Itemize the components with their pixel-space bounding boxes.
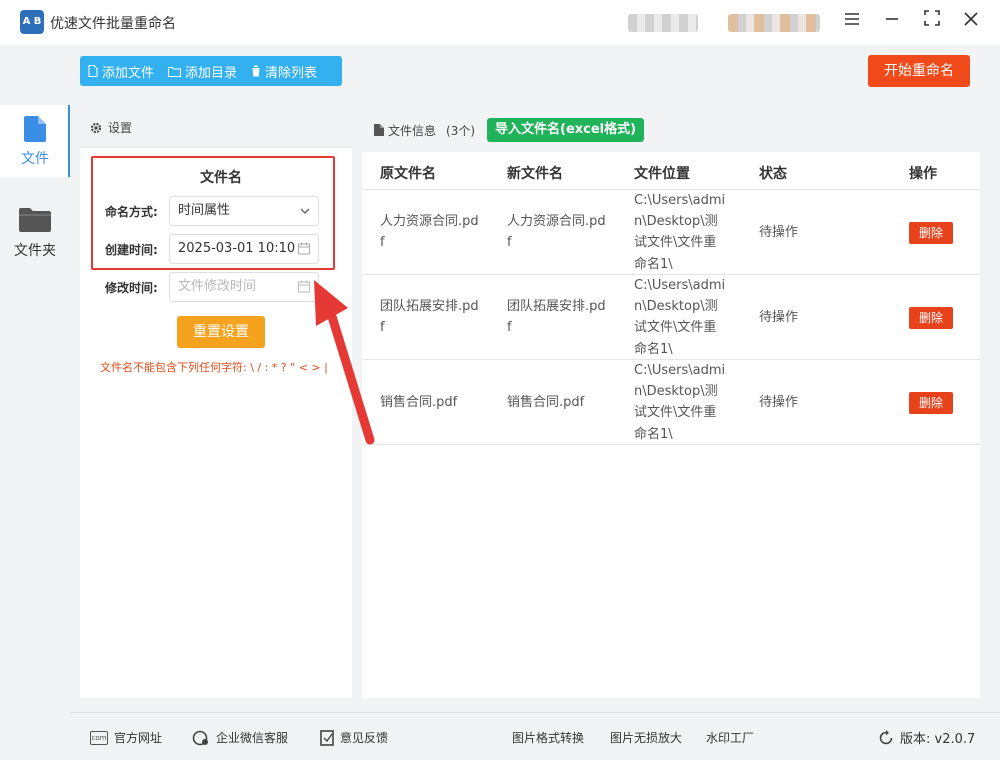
new-filename: 团队拓展安排.pdf xyxy=(507,299,606,335)
watermark-factory-link[interactable]: 水印工厂 xyxy=(706,729,754,746)
column-new-name: 新文件名 xyxy=(507,166,563,182)
chevron-down-icon xyxy=(300,197,310,235)
document-icon xyxy=(374,124,384,136)
wechat-support-label: 企业微信客服 xyxy=(216,731,289,745)
rail-label-folder: 文件夹 xyxy=(14,243,56,259)
original-filename: 团队拓展安排.pdf xyxy=(380,299,479,335)
create-time-label: 创建时间: xyxy=(105,243,158,257)
import-excel-button[interactable]: 导入文件名(excel格式) xyxy=(487,118,645,142)
version-info[interactable]: 版本: v2.0.7 xyxy=(878,728,975,747)
footer-bar: com 官方网址 企业微信客服 意见反馈 图片格式转换 图片无损放大 水印工厂 … xyxy=(70,712,1000,760)
image-lossless-enlarge-link[interactable]: 图片无损放大 xyxy=(610,729,682,746)
delete-button[interactable]: 删除 xyxy=(909,307,953,329)
folder-add-icon xyxy=(168,66,182,77)
status-text: 待操作 xyxy=(759,310,799,325)
official-website-link[interactable]: com 官方网址 xyxy=(90,729,162,746)
side-rail: 文件 文件夹 xyxy=(0,45,70,760)
blurred-user-avatar xyxy=(728,14,820,32)
original-filename: 销售合同.pdf xyxy=(380,395,458,410)
clear-list-button[interactable]: 清除列表 xyxy=(251,62,317,81)
rail-label-file: 文件 xyxy=(21,151,49,167)
create-time-value: 2025-03-01 10:10 xyxy=(178,241,296,256)
settings-header: 设置 xyxy=(80,108,352,148)
calendar-icon xyxy=(298,235,310,274)
add-directory-button[interactable]: 添加目录 xyxy=(168,62,237,81)
file-count: (3个) xyxy=(446,123,476,138)
file-location: C:\Users\admin\Desktop\测试文件\文件重命名1\ xyxy=(634,363,726,442)
file-location: C:\Users\admin\Desktop\测试文件\文件重命名1\ xyxy=(634,193,726,272)
original-filename: 人力资源合同.pdf xyxy=(380,214,479,250)
app-logo: A B xyxy=(20,10,44,34)
watermark-factory-label: 水印工厂 xyxy=(706,731,755,745)
create-time-input[interactable]: 2025-03-01 10:10 xyxy=(169,234,319,264)
table-row[interactable]: 团队拓展安排.pdf 团队拓展安排.pdf C:\Users\admin\Des… xyxy=(362,275,980,360)
status-text: 待操作 xyxy=(759,395,799,410)
feedback-label: 意见反馈 xyxy=(340,731,389,745)
new-filename: 销售合同.pdf xyxy=(507,395,585,410)
rail-item-folder[interactable]: 文件夹 xyxy=(0,197,70,269)
add-file-button[interactable]: 添加文件 xyxy=(88,62,154,81)
file-info-label: 文件信息 xyxy=(388,123,437,138)
start-rename-button[interactable]: 开始重命名 xyxy=(868,55,970,87)
column-status: 状态 xyxy=(759,166,787,182)
refresh-icon xyxy=(879,729,893,744)
add-file-label: 添加文件 xyxy=(102,65,155,81)
close-icon[interactable] xyxy=(960,10,982,32)
toolbar: 添加文件 添加目录 清除列表 xyxy=(80,56,342,86)
column-location: 文件位置 xyxy=(634,166,690,182)
rail-item-file[interactable]: 文件 xyxy=(0,105,70,177)
menu-icon[interactable] xyxy=(841,10,863,32)
naming-mode-label: 命名方式: xyxy=(105,205,158,219)
section-title-filename: 文件名 xyxy=(200,170,242,186)
status-text: 待操作 xyxy=(759,225,799,240)
image-lossless-enlarge-label: 图片无损放大 xyxy=(610,731,683,745)
website-icon: com xyxy=(90,730,108,745)
title-bar: A B 优速文件批量重命名 xyxy=(0,0,1000,45)
settings-title: 设置 xyxy=(108,121,133,135)
file-location: C:\Users\admin\Desktop\测试文件\文件重命名1\ xyxy=(634,278,726,357)
maximize-icon[interactable] xyxy=(921,10,943,32)
filename-warning: 文件名不能包含下列任何字符: \ / : * ? " < > | xyxy=(100,361,328,374)
table-header: 原文件名 新文件名 文件位置 状态 操作 xyxy=(362,152,980,190)
column-action: 操作 xyxy=(909,166,937,182)
blurred-account-info xyxy=(628,14,698,32)
table-row[interactable]: 销售合同.pdf 销售合同.pdf C:\Users\admin\Desktop… xyxy=(362,360,980,445)
clear-list-label: 清除列表 xyxy=(265,65,318,81)
new-filename: 人力资源合同.pdf xyxy=(507,214,606,250)
column-original-name: 原文件名 xyxy=(380,166,436,182)
delete-button[interactable]: 删除 xyxy=(909,222,953,244)
gear-icon xyxy=(90,122,102,133)
delete-button[interactable]: 删除 xyxy=(909,392,953,414)
naming-mode-value: 时间属性 xyxy=(178,203,231,218)
file-list-header: 文件信息 (3个) 导入文件名(excel格式) xyxy=(362,108,980,152)
feedback-icon xyxy=(320,729,334,746)
naming-mode-select[interactable]: 时间属性 xyxy=(169,196,319,226)
file-icon xyxy=(24,116,46,142)
version-label: 版本: v2.0.7 xyxy=(900,732,976,747)
app-title: 优速文件批量重命名 xyxy=(50,16,176,32)
reset-settings-button[interactable]: 重置设置 xyxy=(177,316,265,348)
wechat-icon xyxy=(192,730,208,745)
folder-icon xyxy=(19,208,51,232)
trash-icon xyxy=(251,65,262,77)
modify-time-input[interactable]: 文件修改时间 xyxy=(169,272,319,302)
modify-time-placeholder: 文件修改时间 xyxy=(178,279,257,294)
feedback-link[interactable]: 意见反馈 xyxy=(320,729,388,746)
calendar-icon xyxy=(298,273,310,312)
table-row[interactable]: 人力资源合同.pdf 人力资源合同.pdf C:\Users\admin\Des… xyxy=(362,190,980,275)
file-list-panel: 文件信息 (3个) 导入文件名(excel格式) 原文件名 新文件名 文件位置 … xyxy=(362,108,980,698)
image-format-convert-link[interactable]: 图片格式转换 xyxy=(512,729,584,746)
add-directory-label: 添加目录 xyxy=(185,65,238,81)
official-website-label: 官方网址 xyxy=(114,731,163,745)
modify-time-label: 修改时间: xyxy=(105,281,158,295)
file-add-icon xyxy=(88,65,98,77)
image-format-convert-label: 图片格式转换 xyxy=(512,731,585,745)
wechat-support-link[interactable]: 企业微信客服 xyxy=(192,729,288,746)
minimize-icon[interactable] xyxy=(881,10,903,32)
